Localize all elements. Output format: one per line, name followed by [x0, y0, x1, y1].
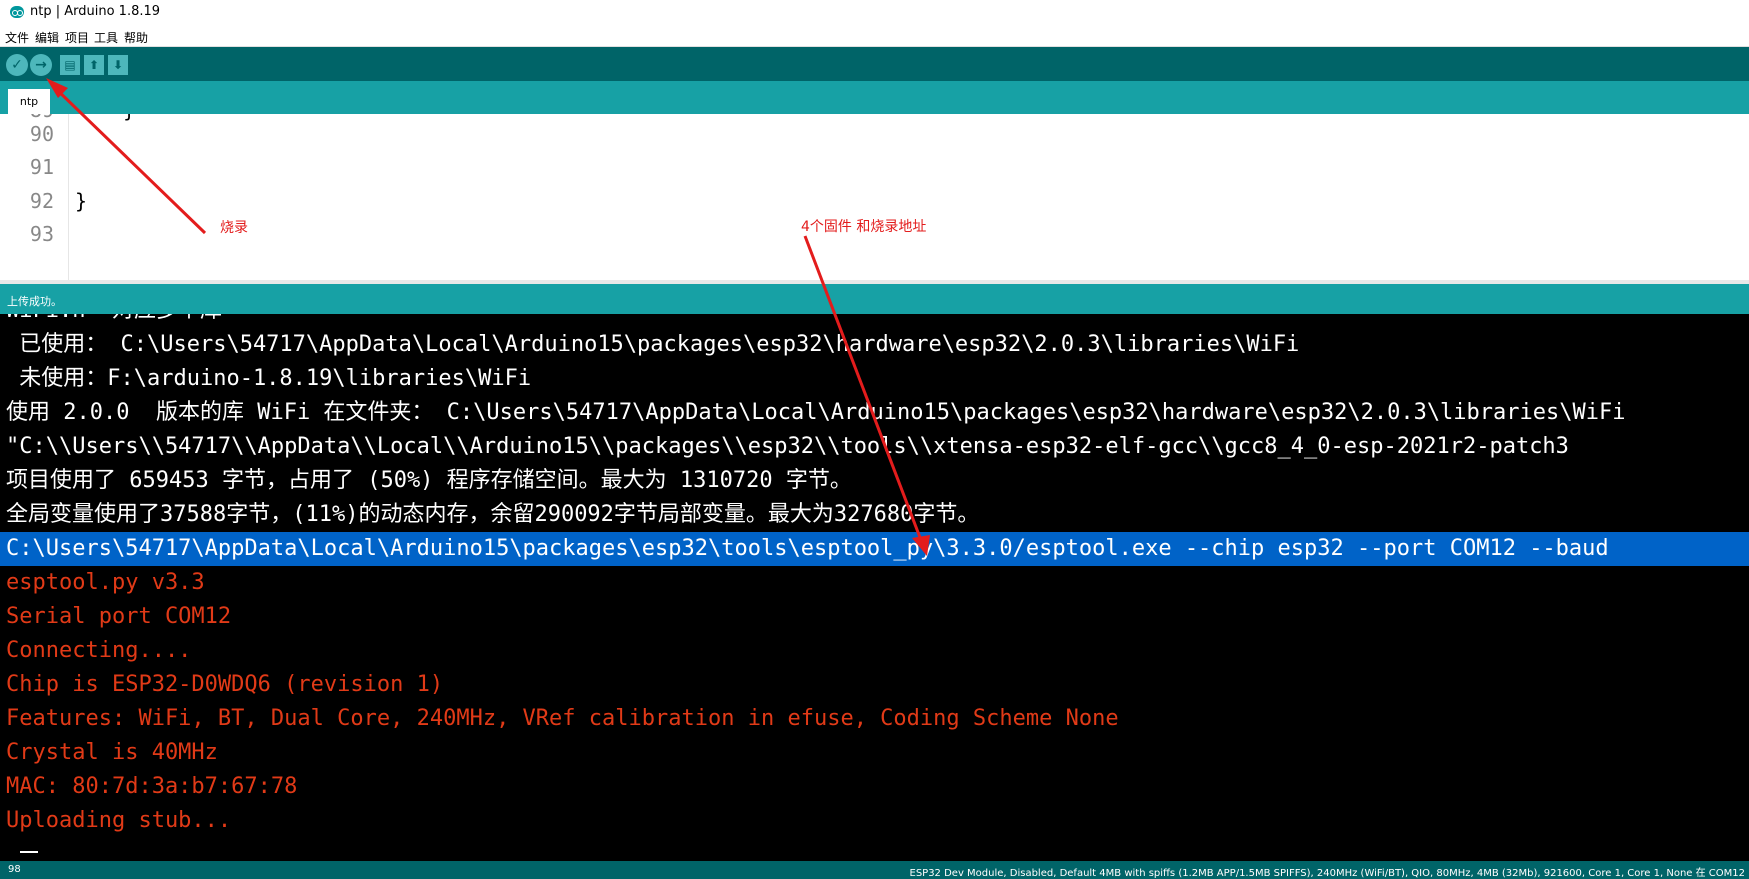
- new-file-icon[interactable]: ▤: [60, 55, 80, 75]
- console-line: 使用 2.0.0 版本的库 WiFi 在文件夹： C:\Users\54717\…: [6, 400, 1626, 425]
- arrow-right-icon[interactable]: →: [30, 54, 52, 76]
- console-line: Connecting....: [6, 638, 192, 663]
- console-line: 全局变量使用了37588字节，(11%)的动态内存，余留290092字节局部变量…: [6, 502, 980, 527]
- menu-bar: 文件 编辑 项目 工具 帮助: [0, 26, 1749, 47]
- console-line-highlighted: C:\Users\54717\AppData\Local\Arduino15\p…: [6, 536, 1609, 561]
- menu-edit[interactable]: 编辑: [35, 29, 59, 46]
- annotation-upload-note: 烧录: [220, 220, 248, 236]
- current-line-number: 98: [8, 864, 21, 875]
- console-line-partial: WiFi.h 对应多个库: [6, 314, 222, 328]
- console-line: MAC: 80:7d:3a:b7:67:78: [6, 774, 298, 799]
- save-arrow-down-icon[interactable]: ⬇: [108, 55, 128, 75]
- line-number: 90: [29, 122, 54, 146]
- line-number-gutter: 89 90 91 92 93: [0, 114, 69, 280]
- console-line: Uploading stub...: [6, 808, 232, 833]
- annotation-firmware-note: 4个固件 和烧录地址: [801, 219, 927, 235]
- console-line: 未使用：F:\arduino-1.8.19\libraries\WiFi: [6, 366, 532, 391]
- console-line: "C:\\Users\\54717\\AppData\\Local\\Ardui…: [6, 434, 1569, 459]
- line-number: 91: [29, 155, 54, 179]
- code-editor[interactable]: 89 90 91 92 93 } }: [0, 114, 1749, 280]
- line-number: 89: [0, 114, 54, 122]
- line-number: 92: [29, 189, 54, 213]
- scroll-indicator[interactable]: [20, 851, 38, 853]
- menu-sketch[interactable]: 项目: [65, 29, 89, 46]
- code-line: }: [75, 189, 88, 213]
- tab-strip: ntp: [0, 81, 1749, 114]
- console-line: Crystal is 40MHz: [6, 740, 218, 765]
- menu-help[interactable]: 帮助: [124, 29, 148, 46]
- console-line: 项目使用了 659453 字节，占用了 (50%) 程序存储空间。最大为 131…: [6, 468, 852, 493]
- console-line: Serial port COM12: [6, 604, 232, 629]
- menu-file[interactable]: 文件: [5, 29, 29, 46]
- console-line: esptool.py v3.3: [6, 570, 205, 595]
- open-arrow-up-icon[interactable]: ⬆: [84, 55, 104, 75]
- window-title: ntp | Arduino 1.8.19: [30, 4, 161, 19]
- status-bar: 上传成功。: [0, 284, 1749, 314]
- bottom-status-bar: 98 ESP32 Dev Module, Disabled, Default 4…: [0, 861, 1749, 879]
- title-bar: ntp | Arduino 1.8.19: [0, 0, 1749, 24]
- board-info: ESP32 Dev Module, Disabled, Default 4MB …: [909, 868, 1746, 879]
- console-line: 已使用： C:\Users\54717\AppData\Local\Arduin…: [6, 332, 1300, 357]
- tab-ntp[interactable]: ntp: [8, 89, 50, 114]
- checkmark-icon[interactable]: ✓: [6, 54, 28, 76]
- console-line: Chip is ESP32-D0WDQ6 (revision 1): [6, 672, 444, 697]
- line-number: 93: [29, 222, 54, 246]
- status-message: 上传成功。: [7, 295, 62, 308]
- console-output[interactable]: WiFi.h 对应多个库 已使用： C:\Users\54717\AppData…: [0, 314, 1749, 861]
- code-line: }: [75, 114, 135, 122]
- toolbar: ✓ → ▤ ⬆ ⬇: [0, 47, 1749, 81]
- arduino-logo-icon: [10, 6, 24, 18]
- console-line: Features: WiFi, BT, Dual Core, 240MHz, V…: [6, 706, 1119, 731]
- menu-tools[interactable]: 工具: [94, 29, 118, 46]
